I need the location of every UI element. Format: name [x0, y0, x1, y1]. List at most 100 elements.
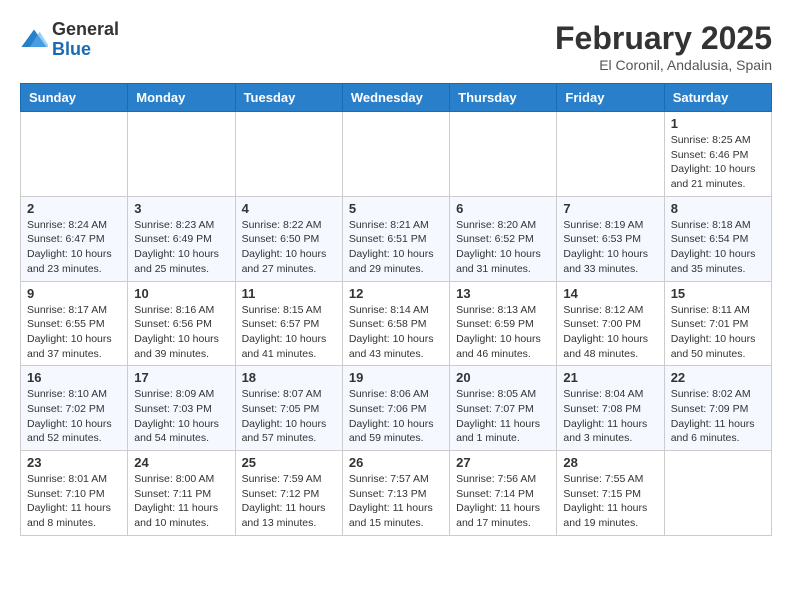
- day-info: Sunrise: 7:56 AM Sunset: 7:14 PM Dayligh…: [456, 472, 550, 531]
- day-info: Sunrise: 8:18 AM Sunset: 6:54 PM Dayligh…: [671, 218, 765, 277]
- calendar-cell: 22 Sunrise: 8:02 AM Sunset: 7:09 PM Dayli…: [664, 366, 771, 451]
- calendar-cell: 16 Sunrise: 8:10 AM Sunset: 7:02 PM Dayli…: [21, 366, 128, 451]
- day-info: Sunrise: 8:25 AM Sunset: 6:46 PM Dayligh…: [671, 133, 765, 192]
- weekday-header-tuesday: Tuesday: [235, 84, 342, 112]
- day-info: Sunrise: 8:17 AM Sunset: 6:55 PM Dayligh…: [27, 303, 121, 362]
- day-info: Sunrise: 8:20 AM Sunset: 6:52 PM Dayligh…: [456, 218, 550, 277]
- calendar-cell: 23 Sunrise: 8:01 AM Sunset: 7:10 PM Dayli…: [21, 451, 128, 536]
- day-info: Sunrise: 7:57 AM Sunset: 7:13 PM Dayligh…: [349, 472, 443, 531]
- calendar-cell: 28 Sunrise: 7:55 AM Sunset: 7:15 PM Dayli…: [557, 451, 664, 536]
- day-info: Sunrise: 8:02 AM Sunset: 7:09 PM Dayligh…: [671, 387, 765, 446]
- calendar-cell: 14Sunrise: 8:12 AM Sunset: 7:00 PM Dayli…: [557, 281, 664, 366]
- calendar-cell: 17Sunrise: 8:09 AM Sunset: 7:03 PM Dayli…: [128, 366, 235, 451]
- calendar-cell: [664, 451, 771, 536]
- calendar-cell: 6 Sunrise: 8:20 AM Sunset: 6:52 PM Daylig…: [450, 196, 557, 281]
- day-info: Sunrise: 7:55 AM Sunset: 7:15 PM Dayligh…: [563, 472, 657, 531]
- day-number: 2: [27, 201, 121, 216]
- day-number: 8: [671, 201, 765, 216]
- calendar-week-row: 23 Sunrise: 8:01 AM Sunset: 7:10 PM Dayli…: [21, 451, 772, 536]
- day-number: 6: [456, 201, 550, 216]
- calendar-cell: 26Sunrise: 7:57 AM Sunset: 7:13 PM Dayli…: [342, 451, 449, 536]
- weekday-header-sunday: Sunday: [21, 84, 128, 112]
- day-info: Sunrise: 8:19 AM Sunset: 6:53 PM Dayligh…: [563, 218, 657, 277]
- month-title: February 2025: [555, 20, 772, 57]
- calendar-cell: 1 Sunrise: 8:25 AM Sunset: 6:46 PM Daylig…: [664, 112, 771, 197]
- day-info: Sunrise: 8:00 AM Sunset: 7:11 PM Dayligh…: [134, 472, 228, 531]
- day-number: 16: [27, 370, 121, 385]
- day-number: 23: [27, 455, 121, 470]
- calendar-cell: 9 Sunrise: 8:17 AM Sunset: 6:55 PM Daylig…: [21, 281, 128, 366]
- day-number: 15: [671, 286, 765, 301]
- day-number: 10: [134, 286, 228, 301]
- calendar-cell: 24 Sunrise: 8:00 AM Sunset: 7:11 PM Dayli…: [128, 451, 235, 536]
- day-info: Sunrise: 8:11 AM Sunset: 7:01 PM Dayligh…: [671, 303, 765, 362]
- calendar-cell: 19 Sunrise: 8:06 AM Sunset: 7:06 PM Dayli…: [342, 366, 449, 451]
- day-number: 1: [671, 116, 765, 131]
- calendar-cell: 10Sunrise: 8:16 AM Sunset: 6:56 PM Dayli…: [128, 281, 235, 366]
- calendar-cell: 25 Sunrise: 7:59 AM Sunset: 7:12 PM Dayli…: [235, 451, 342, 536]
- day-info: Sunrise: 8:24 AM Sunset: 6:47 PM Dayligh…: [27, 218, 121, 277]
- calendar-cell: 12 Sunrise: 8:14 AM Sunset: 6:58 PM Dayli…: [342, 281, 449, 366]
- day-number: 7: [563, 201, 657, 216]
- logo: General Blue: [20, 20, 119, 60]
- calendar-cell: [128, 112, 235, 197]
- calendar-cell: [557, 112, 664, 197]
- day-number: 3: [134, 201, 228, 216]
- day-info: Sunrise: 8:07 AM Sunset: 7:05 PM Dayligh…: [242, 387, 336, 446]
- calendar-cell: 2 Sunrise: 8:24 AM Sunset: 6:47 PM Daylig…: [21, 196, 128, 281]
- calendar-cell: 27 Sunrise: 7:56 AM Sunset: 7:14 PM Dayli…: [450, 451, 557, 536]
- calendar-cell: 20 Sunrise: 8:05 AM Sunset: 7:07 PM Dayli…: [450, 366, 557, 451]
- calendar-week-row: 1 Sunrise: 8:25 AM Sunset: 6:46 PM Daylig…: [21, 112, 772, 197]
- day-number: 12: [349, 286, 443, 301]
- day-number: 18: [242, 370, 336, 385]
- calendar-cell: 8 Sunrise: 8:18 AM Sunset: 6:54 PM Daylig…: [664, 196, 771, 281]
- day-number: 28: [563, 455, 657, 470]
- day-info: Sunrise: 8:06 AM Sunset: 7:06 PM Dayligh…: [349, 387, 443, 446]
- page-header: General Blue February 2025 El Coronil, A…: [20, 20, 772, 73]
- day-number: 9: [27, 286, 121, 301]
- day-info: Sunrise: 8:01 AM Sunset: 7:10 PM Dayligh…: [27, 472, 121, 531]
- calendar-cell: 18 Sunrise: 8:07 AM Sunset: 7:05 PM Dayli…: [235, 366, 342, 451]
- weekday-header-thursday: Thursday: [450, 84, 557, 112]
- day-info: Sunrise: 8:21 AM Sunset: 6:51 PM Dayligh…: [349, 218, 443, 277]
- calendar-cell: 7 Sunrise: 8:19 AM Sunset: 6:53 PM Daylig…: [557, 196, 664, 281]
- day-number: 24: [134, 455, 228, 470]
- day-number: 25: [242, 455, 336, 470]
- day-info: Sunrise: 8:04 AM Sunset: 7:08 PM Dayligh…: [563, 387, 657, 446]
- day-number: 21: [563, 370, 657, 385]
- logo-text: General Blue: [52, 20, 119, 60]
- calendar-table: SundayMondayTuesdayWednesdayThursdayFrid…: [20, 83, 772, 536]
- calendar-cell: [235, 112, 342, 197]
- location-subtitle: El Coronil, Andalusia, Spain: [555, 57, 772, 73]
- weekday-header-wednesday: Wednesday: [342, 84, 449, 112]
- weekday-header-monday: Monday: [128, 84, 235, 112]
- calendar-week-row: 2 Sunrise: 8:24 AM Sunset: 6:47 PM Daylig…: [21, 196, 772, 281]
- calendar-cell: 4Sunrise: 8:22 AM Sunset: 6:50 PM Daylig…: [235, 196, 342, 281]
- day-number: 17: [134, 370, 228, 385]
- day-number: 13: [456, 286, 550, 301]
- logo-general-text: General: [52, 20, 119, 40]
- day-number: 22: [671, 370, 765, 385]
- day-info: Sunrise: 7:59 AM Sunset: 7:12 PM Dayligh…: [242, 472, 336, 531]
- day-info: Sunrise: 8:10 AM Sunset: 7:02 PM Dayligh…: [27, 387, 121, 446]
- calendar-cell: [342, 112, 449, 197]
- day-info: Sunrise: 8:05 AM Sunset: 7:07 PM Dayligh…: [456, 387, 550, 446]
- calendar-cell: 5Sunrise: 8:21 AM Sunset: 6:51 PM Daylig…: [342, 196, 449, 281]
- day-info: Sunrise: 8:13 AM Sunset: 6:59 PM Dayligh…: [456, 303, 550, 362]
- day-number: 20: [456, 370, 550, 385]
- day-info: Sunrise: 8:14 AM Sunset: 6:58 PM Dayligh…: [349, 303, 443, 362]
- day-number: 19: [349, 370, 443, 385]
- day-info: Sunrise: 8:15 AM Sunset: 6:57 PM Dayligh…: [242, 303, 336, 362]
- calendar-cell: 15 Sunrise: 8:11 AM Sunset: 7:01 PM Dayli…: [664, 281, 771, 366]
- calendar-header-row: SundayMondayTuesdayWednesdayThursdayFrid…: [21, 84, 772, 112]
- logo-blue-text: Blue: [52, 40, 119, 60]
- calendar-cell: 3Sunrise: 8:23 AM Sunset: 6:49 PM Daylig…: [128, 196, 235, 281]
- calendar-cell: 11Sunrise: 8:15 AM Sunset: 6:57 PM Dayli…: [235, 281, 342, 366]
- weekday-header-saturday: Saturday: [664, 84, 771, 112]
- day-number: 27: [456, 455, 550, 470]
- day-number: 14: [563, 286, 657, 301]
- weekday-header-friday: Friday: [557, 84, 664, 112]
- calendar-cell: 13 Sunrise: 8:13 AM Sunset: 6:59 PM Dayli…: [450, 281, 557, 366]
- calendar-cell: 21 Sunrise: 8:04 AM Sunset: 7:08 PM Dayli…: [557, 366, 664, 451]
- day-number: 4: [242, 201, 336, 216]
